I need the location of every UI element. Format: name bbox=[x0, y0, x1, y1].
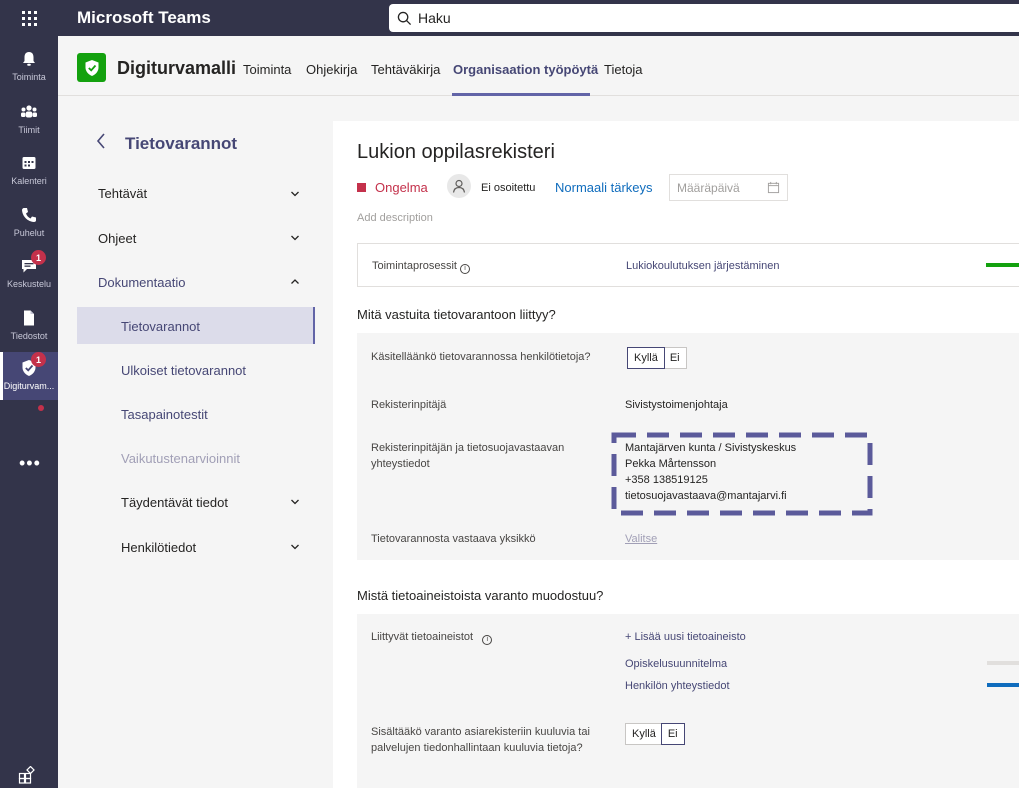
teams-icon bbox=[21, 105, 37, 118]
sidebar-item-tehtavat[interactable]: Tehtävät bbox=[98, 186, 147, 201]
rail-label: Kalenteri bbox=[11, 176, 47, 186]
sidebar-item-ulkoiset-tietovarannot[interactable]: Ulkoiset tietovarannot bbox=[121, 363, 246, 378]
sidebar: Tietovarannot Tehtävät Ohjeet Dokumentaa… bbox=[58, 97, 333, 788]
section-title-responsibilities: Mitä vastuita tietovarantoon liittyy? bbox=[357, 307, 556, 322]
rail-item-files[interactable]: Tiedostot bbox=[0, 308, 58, 341]
section-title-datasets: Mistä tietoaineistoista varanto muodostu… bbox=[357, 588, 604, 603]
notification-badge: 1 bbox=[31, 352, 46, 367]
sidebar-item-vaikutustenarvioinnit: Vaikutustenarvioinnit bbox=[121, 451, 240, 466]
tab-tietoja[interactable]: Tietoja bbox=[604, 62, 643, 77]
due-date-placeholder: Määräpäivä bbox=[677, 180, 740, 195]
assignee-avatar[interactable] bbox=[447, 174, 471, 198]
top-bar: Microsoft Teams bbox=[0, 0, 1019, 36]
app-name: Digiturvamalli bbox=[117, 58, 237, 78]
sidebar-item-dokumentaatio[interactable]: Dokumentaatio bbox=[98, 275, 185, 290]
rail-label: Tiedostot bbox=[10, 331, 48, 341]
app-logo bbox=[77, 53, 106, 82]
rail-label: Digiturvam... bbox=[3, 381, 55, 391]
rail-item-calls[interactable]: Puhelut bbox=[0, 205, 58, 238]
rail-label: Keskustelu bbox=[6, 279, 52, 289]
rail-label: Toiminta bbox=[12, 72, 46, 82]
due-date-field[interactable]: Määräpäivä bbox=[669, 174, 788, 201]
responsible-unit-label: Tietovarannosta vastaava yksikkö bbox=[371, 533, 536, 545]
status-dropdown[interactable]: Ongelma bbox=[375, 180, 428, 195]
responsible-unit-select[interactable]: Valitse bbox=[625, 531, 657, 547]
info-icon[interactable]: i bbox=[482, 635, 493, 645]
add-description-link[interactable]: Add description bbox=[357, 212, 433, 224]
records-question: Sisältääkö varanto asiarekisteriin kuulu… bbox=[371, 726, 590, 754]
search-box[interactable] bbox=[389, 4, 1019, 32]
sidebar-title: Tietovarannot bbox=[125, 134, 238, 153]
rail-label: Tiimit bbox=[18, 125, 40, 135]
chevron-down-icon[interactable] bbox=[290, 233, 300, 243]
process-progress-bar bbox=[986, 263, 1019, 267]
tab-ohjekirja[interactable]: Ohjekirja bbox=[306, 62, 357, 77]
search-input[interactable] bbox=[418, 10, 918, 26]
bell-icon bbox=[23, 52, 35, 66]
add-dataset-link[interactable]: + Lisää uusi tietoaineisto bbox=[625, 629, 746, 645]
info-icon[interactable]: i bbox=[459, 264, 470, 274]
dataset-link[interactable]: Opiskelusuunnitelma bbox=[625, 656, 727, 672]
notification-badge: 1 bbox=[31, 250, 46, 265]
active-tab-indicator bbox=[452, 93, 590, 96]
apps-icon[interactable] bbox=[18, 766, 36, 784]
app-launcher-button[interactable] bbox=[0, 0, 58, 36]
sidebar-item-tietovarannot[interactable]: Tietovarannot bbox=[121, 319, 200, 334]
sidebar-item-ohjeet[interactable]: Ohjeet bbox=[98, 231, 136, 246]
files-icon bbox=[24, 310, 34, 326]
sidebar-item-taydentavat-tiedot[interactable]: Täydentävät tiedot bbox=[121, 495, 228, 510]
back-chevron-icon[interactable] bbox=[96, 133, 106, 149]
personal-data-question: Käsitelläänkö tietovarannossa henkilötie… bbox=[371, 351, 591, 363]
chevron-up-icon[interactable] bbox=[290, 277, 300, 287]
dataset-progress-bar bbox=[987, 661, 1019, 665]
rail-item-teams[interactable]: Tiimit bbox=[0, 102, 58, 135]
highlight-frame bbox=[611, 432, 873, 516]
tab-organisaation-tyopoyta[interactable]: Organisaation työpöytä bbox=[453, 62, 598, 77]
calendar-icon[interactable] bbox=[767, 181, 780, 194]
phone-icon bbox=[22, 208, 36, 222]
app-rail: Toiminta Tiimit Kalenteri Puhelut Keskus… bbox=[0, 36, 58, 788]
person-icon bbox=[452, 179, 466, 193]
assignee-label[interactable]: Ei osoitettu bbox=[481, 182, 535, 194]
rail-item-calendar[interactable]: Kalenteri bbox=[0, 153, 58, 186]
more-apps-button[interactable]: ••• bbox=[19, 454, 41, 472]
priority-dropdown[interactable]: Normaali tärkeys bbox=[555, 180, 653, 195]
yes-option[interactable]: Kyllä bbox=[627, 347, 665, 369]
yes-option[interactable]: Kyllä bbox=[626, 724, 662, 744]
chevron-down-icon[interactable] bbox=[290, 542, 300, 552]
waffle-icon bbox=[21, 10, 37, 26]
rail-item-digiturvamalli[interactable]: Digiturvam... 1 bbox=[0, 352, 58, 400]
process-link[interactable]: Lukiokoulutuksen järjestäminen bbox=[626, 258, 779, 274]
datasets-label: Liittyvät tietoaineistot i bbox=[371, 629, 493, 645]
sidebar-item-henkilotiedot[interactable]: Henkilötiedot bbox=[121, 540, 196, 555]
controller-value[interactable]: Sivistystoimenjohtaja bbox=[625, 397, 728, 413]
no-option[interactable]: Ei bbox=[660, 723, 685, 745]
contact-label: Rekisterinpitäjän ja tietosuojavastaavan… bbox=[371, 442, 565, 470]
search-icon bbox=[397, 11, 412, 25]
personal-data-toggle[interactable]: Kyllä Ei bbox=[627, 347, 687, 369]
page-title: Lukion oppilasrekisteri bbox=[357, 141, 555, 163]
process-panel: Toimintaprosessit i Lukiokoulutuksen järj… bbox=[357, 243, 1019, 287]
dataset-link[interactable]: Henkilön yhteystiedot bbox=[625, 678, 730, 694]
tab-tehtavakirja[interactable]: Tehtäväkirja bbox=[371, 62, 440, 77]
app-header: Digiturvamalli Toiminta Ohjekirja Tehtäv… bbox=[58, 36, 1019, 96]
no-option[interactable]: Ei bbox=[664, 348, 686, 368]
status-color-square bbox=[357, 183, 366, 192]
chevron-down-icon[interactable] bbox=[290, 189, 300, 199]
tab-toiminta[interactable]: Toiminta bbox=[243, 62, 291, 77]
records-toggle[interactable]: Kyllä Ei bbox=[625, 723, 685, 745]
controller-label: Rekisterinpitäjä bbox=[371, 399, 447, 411]
calendar-icon bbox=[22, 157, 36, 169]
shield-check-icon bbox=[85, 59, 98, 76]
chevron-down-icon[interactable] bbox=[290, 497, 300, 507]
rail-item-chat[interactable]: Keskustelu 1 bbox=[0, 250, 58, 289]
sidebar-item-tasapainotestit[interactable]: Tasapainotestit bbox=[121, 407, 208, 422]
process-label: Toimintaprosessit i bbox=[372, 258, 470, 274]
notification-dot bbox=[38, 405, 44, 411]
dataset-progress-bar bbox=[987, 683, 1019, 687]
datasets-panel: Liittyvät tietoaineistot i + Lisää uusi … bbox=[357, 614, 1019, 788]
app-title: Microsoft Teams bbox=[77, 8, 211, 27]
rail-label: Puhelut bbox=[13, 228, 45, 238]
rail-item-activity[interactable]: Toiminta bbox=[0, 49, 58, 82]
